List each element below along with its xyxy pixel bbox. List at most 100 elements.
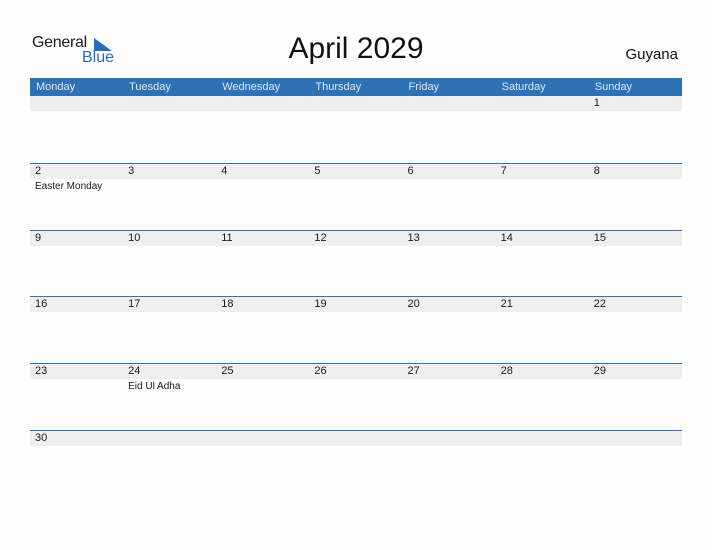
day-cell (123, 431, 216, 447)
day-number (501, 96, 589, 111)
day-number: 28 (500, 365, 513, 378)
day-cell: 26 (309, 364, 402, 394)
day-number: 11 (221, 231, 233, 244)
day-number (221, 96, 309, 111)
day-cell: 14 (496, 231, 589, 247)
day-number (128, 96, 216, 111)
day-number (408, 431, 496, 446)
weekday-header: Monday Tuesday Wednesday Thursday Friday Satu… (30, 78, 682, 96)
day-number: 13 (407, 231, 420, 244)
day-cell: 25 (216, 364, 309, 394)
day-cell (309, 431, 402, 447)
day-cell: 5 (309, 164, 402, 194)
day-number (35, 96, 123, 111)
day-cell: 12 (309, 231, 402, 247)
week-row: 23 24 Eid Ul Adha 25 26 27 28 29 (30, 363, 682, 430)
week-row: 9 10 11 12 13 14 15 (30, 229, 682, 297)
day-cell: 28 (496, 364, 589, 394)
week-row: 30 (30, 429, 682, 497)
day-cell: 4 (216, 164, 309, 194)
day-cell: 7 (496, 164, 589, 194)
day-number: 27 (407, 365, 420, 378)
day-number: 6 (407, 164, 414, 177)
day-number: 18 (221, 298, 234, 311)
weekday-wednesday: Wednesday (222, 81, 281, 93)
day-cell (496, 96, 589, 112)
weeks-container: 1 2 Easter Monday 3 4 5 6 7 8 9 10 11 12 13 14 15 16 17 18… (30, 96, 682, 497)
day-number: 25 (221, 365, 234, 378)
day-number (314, 96, 402, 111)
day-cell: 15 (589, 231, 682, 247)
day-cell: 8 (589, 164, 682, 194)
week-row: 1 (30, 96, 682, 163)
day-cell (216, 96, 309, 112)
day-cell: 30 (30, 431, 123, 447)
day-cell: 17 (123, 297, 216, 313)
day-cell (123, 96, 216, 112)
day-number (501, 431, 589, 446)
day-number (221, 431, 309, 446)
weekday-thursday: Thursday (315, 81, 362, 93)
day-number: 10 (128, 231, 141, 244)
day-cell: 22 (589, 297, 682, 313)
page-title: April 2029 (288, 32, 424, 65)
day-number: 22 (593, 298, 606, 311)
day-cell: 21 (496, 297, 589, 313)
day-number: 24 (128, 365, 141, 378)
day-number: 21 (500, 298, 513, 311)
day-cell (496, 431, 589, 447)
day-number: 7 (500, 164, 507, 177)
week-cells: 23 24 Eid Ul Adha 25 26 27 28 29 (30, 364, 682, 394)
day-cell: 29 (589, 364, 682, 394)
day-cell (309, 96, 402, 112)
day-cell: 2 Easter Monday (30, 164, 123, 194)
week-cells: 1 (30, 96, 682, 112)
day-cell: 20 (403, 297, 496, 313)
week-cells: 9 10 11 12 13 14 15 (30, 231, 682, 247)
day-cell: 6 (403, 164, 496, 194)
day-cell: 11 (216, 231, 309, 247)
weekday-monday: Monday (36, 81, 76, 93)
day-cell (403, 431, 496, 447)
calendar-grid: Monday Tuesday Wednesday Thursday Friday Satu… (30, 78, 682, 497)
day-cell: 18 (216, 297, 309, 313)
week-cells: 30 (30, 431, 682, 447)
day-cell: 9 (30, 231, 123, 247)
holiday-label: Easter Monday (35, 180, 103, 192)
week-cells: 2 Easter Monday 3 4 5 6 7 8 (30, 164, 682, 194)
day-number: 15 (593, 231, 606, 244)
day-number (594, 431, 682, 446)
day-number (314, 431, 402, 446)
day-cell: 24 Eid Ul Adha (123, 364, 216, 394)
day-number: 3 (128, 164, 135, 177)
day-number: 19 (314, 298, 327, 311)
day-number (408, 96, 496, 111)
weekday-tuesday: Tuesday (129, 81, 171, 93)
weekday-friday: Friday (408, 81, 440, 93)
day-number: 16 (35, 298, 48, 311)
day-cell: 19 (309, 297, 402, 313)
week-cells: 16 17 18 19 20 21 22 (30, 297, 682, 313)
day-cell (403, 96, 496, 112)
day-number: 8 (593, 164, 600, 177)
day-cell: 1 (589, 96, 682, 112)
day-number: 1 (593, 97, 600, 109)
day-cell (589, 431, 682, 447)
day-number: 4 (221, 164, 228, 177)
day-cell: 10 (123, 231, 216, 247)
day-cell (30, 96, 123, 112)
day-number: 5 (314, 164, 321, 177)
day-cell: 16 (30, 297, 123, 313)
day-number: 9 (35, 231, 42, 244)
day-number: 23 (35, 365, 48, 378)
day-number: 29 (593, 365, 606, 378)
day-number: 30 (35, 431, 48, 444)
day-cell (216, 431, 309, 447)
day-cell: 23 (30, 364, 123, 394)
day-cell: 3 (123, 164, 216, 194)
day-cell: 13 (403, 231, 496, 247)
week-row: 16 17 18 19 20 21 22 (30, 296, 682, 363)
day-number: 26 (314, 365, 327, 378)
country-label: Guyana (625, 46, 678, 63)
day-number: 17 (128, 298, 141, 311)
